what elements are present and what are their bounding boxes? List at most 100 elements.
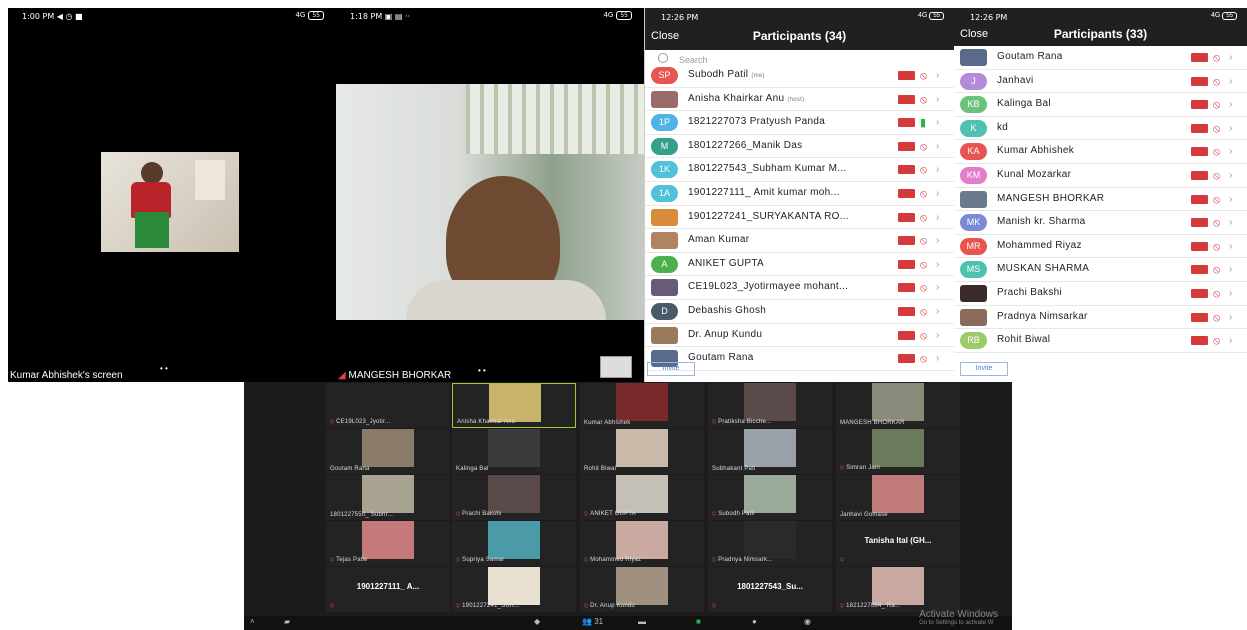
participants-icon[interactable]: 👥 31 (582, 617, 603, 626)
chevron-right-icon[interactable]: › (936, 235, 939, 247)
participant-row[interactable]: MK Manish kr. Sharma ⦸ › (954, 211, 1247, 235)
chevron-right-icon[interactable]: › (936, 70, 939, 82)
video-tile[interactable]: ⦸ 1821227084_ Ra... (836, 567, 960, 612)
participant-row[interactable]: KM Kunal Mozarkar ⦸ › (954, 164, 1247, 188)
chevron-right-icon[interactable]: › (1229, 76, 1232, 88)
chevron-right-icon[interactable]: › (936, 259, 939, 271)
video-tile[interactable]: Kalinga Bal (452, 429, 576, 474)
chevron-right-icon[interactable]: › (1229, 52, 1232, 64)
video-tile[interactable]: ⦸ ANIKET GUPTA (580, 475, 704, 520)
video-tile[interactable]: Kumar Abhishek (580, 383, 704, 428)
participant-row[interactable]: 1P 1821227073 Pratyush Panda ▮ › (645, 111, 954, 135)
participant-row[interactable]: Anisha Khairkar Anu (host) ⦸ › (645, 88, 954, 112)
video-tile[interactable]: ⦸ Supriya Samal (452, 521, 576, 566)
record-icon[interactable]: ● (752, 617, 757, 626)
video-tile[interactable]: MANGESH BHORKAR (836, 383, 960, 428)
participant-row[interactable]: 1A 1901227111_ Amit kumar moh... ⦸ › (645, 182, 954, 206)
participant-row[interactable]: MANGESH BHORKAR ⦸ › (954, 188, 1247, 212)
participant-row[interactable]: Goutam Rana ⦸ › (954, 46, 1247, 70)
participant-row[interactable]: 1901227241_SURYAKANTA RO... ⦸ › (645, 206, 954, 230)
video-tile[interactable]: Goutam Rana (326, 429, 450, 474)
video-tile[interactable]: ⦸ Simran Jain (836, 429, 960, 474)
chevron-right-icon[interactable]: › (1229, 241, 1232, 253)
participant-status-icons: ⦸ › (898, 353, 946, 365)
video-tile[interactable]: Janhavi Gomase (836, 475, 960, 520)
chevron-right-icon[interactable]: › (936, 212, 939, 224)
chevron-right-icon[interactable]: › (1229, 217, 1232, 229)
video-tile[interactable]: 1801227543_Su... ⦸ (708, 567, 832, 612)
participant-row[interactable]: 1K 1801227543_Subham Kumar M... ⦸ › (645, 158, 954, 182)
camera-icon[interactable]: ▰ (284, 617, 290, 626)
tile-label: ⦸ ANIKET GUPTA (584, 511, 636, 518)
video-off-icon (1191, 76, 1208, 86)
video-tile[interactable]: Rohit Biwal (580, 429, 704, 474)
chevron-right-icon[interactable]: › (1229, 335, 1232, 347)
reactions-icon[interactable]: ◉ (804, 617, 811, 626)
video-tile[interactable]: ⦸ Dr. Anup Kundu (580, 567, 704, 612)
participant-row[interactable]: Prachi Bakshi ⦸ › (954, 282, 1247, 306)
video-tile[interactable]: ⦸ 1901227241_SUR... (452, 567, 576, 612)
chevron-right-icon[interactable]: › (936, 188, 939, 200)
chevron-right-icon[interactable]: › (936, 141, 939, 153)
video-tile[interactable]: Subhakant Pati (708, 429, 832, 474)
participant-avatar: KA (960, 143, 987, 161)
chevron-right-icon[interactable]: › (1229, 264, 1232, 276)
participant-row[interactable]: A ANIKET GUPTA ⦸ › (645, 253, 954, 277)
video-tile[interactable]: Anisha Khairkar Anu (452, 383, 576, 428)
chevron-right-icon[interactable]: › (1229, 123, 1232, 135)
participant-avatar: A (651, 255, 678, 273)
participant-row[interactable]: D Debashis Ghosh ⦸ › (645, 300, 954, 324)
video-tile[interactable]: ⦸ Pradnya Nimsark... (708, 521, 832, 566)
chevron-right-icon[interactable]: › (1229, 99, 1232, 111)
participant-row[interactable]: Kkd ⦸ › (954, 117, 1247, 141)
tile-label: ⦸ 1821227084_ Ra... (840, 603, 901, 610)
tile-name: 1821227084_ Ra... (846, 603, 901, 609)
participant-name-text: Kumar Abhishek (997, 145, 1075, 157)
video-tile[interactable]: ⦸ Pratiksha Bicche... (708, 383, 832, 428)
participant-name-text: CE19L023_Jyotirmayee mohant... (688, 281, 849, 293)
participant-row[interactable]: KA Kumar Abhishek ⦸ › (954, 140, 1247, 164)
video-tile[interactable]: 1901227111_ A... ⦸ (326, 567, 450, 612)
video-tile[interactable]: ⦸ Mohammed Riyaz (580, 521, 704, 566)
chevron-right-icon[interactable]: › (936, 282, 939, 294)
chevron-right-icon[interactable]: › (1229, 312, 1232, 324)
share-screen-icon[interactable]: ■ (696, 617, 701, 626)
video-tile[interactable]: ⦸ Tejas Patle (326, 521, 450, 566)
invite-button[interactable]: Invite (960, 362, 1008, 376)
participant-row[interactable]: CE19L023_Jyotirmayee mohant... ⦸ › (645, 276, 954, 300)
participant-row[interactable]: RB Rohit Biwal ⦸ › (954, 329, 1247, 353)
participant-row[interactable]: KB Kalinga Bal ⦸ › (954, 93, 1247, 117)
security-icon[interactable]: ◆ (534, 617, 540, 626)
participant-row[interactable]: Aman Kumar ⦸ › (645, 229, 954, 253)
video-tile[interactable]: ⦸ CE19L023_Jyotir... (326, 383, 450, 428)
chevron-right-icon[interactable]: › (1229, 170, 1232, 182)
participant-row[interactable]: M 1801227266_Manik Das ⦸ › (645, 135, 954, 159)
chevron-right-icon[interactable]: › (1229, 288, 1232, 300)
participant-row[interactable]: SP Subodh Patil (me) ⦸ › (645, 64, 954, 88)
participant-row[interactable]: Pradnya Nimsarkar ⦸ › (954, 306, 1247, 330)
video-off-icon (1191, 265, 1208, 275)
video-tile[interactable]: 1801227550_ Subhr... (326, 475, 450, 520)
chevron-right-icon[interactable]: › (936, 164, 939, 176)
participant-status-icons: ⦸ › (898, 330, 946, 342)
video-tile[interactable]: ⦸ Prachi Bakshi (452, 475, 576, 520)
participant-row[interactable]: MR Mohammed Riyaz ⦸ › (954, 235, 1247, 259)
chevron-right-icon[interactable]: › (936, 353, 939, 365)
chevron-right-icon[interactable]: › (1229, 146, 1232, 158)
chevron-right-icon[interactable]: › (936, 117, 939, 129)
chevron-right-icon[interactable]: › (1229, 194, 1232, 206)
chat-icon[interactable]: ▬ (638, 617, 646, 626)
participant-row[interactable]: MS MUSKAN SHARMA ⦸ › (954, 258, 1247, 282)
invite-button[interactable]: Invite (647, 362, 695, 376)
chevron-right-icon[interactable]: › (936, 330, 939, 342)
chevron-up-icon[interactable]: ˄ (250, 617, 255, 626)
chevron-right-icon[interactable]: › (936, 94, 939, 106)
video-tile[interactable]: Tanisha Ital (GH... ⦸ (836, 521, 960, 566)
video-tile[interactable]: ⦸ Subodh Patil (708, 475, 832, 520)
dancer-skirt (135, 212, 169, 248)
chevron-right-icon[interactable]: › (936, 306, 939, 318)
participant-row[interactable]: Dr. Anup Kundu ⦸ › (645, 324, 954, 348)
participant-row[interactable]: J Janhavi ⦸ › (954, 70, 1247, 94)
self-view-thumbnail[interactable] (600, 356, 632, 378)
mic-muted-icon: ⦸ (1213, 52, 1221, 64)
